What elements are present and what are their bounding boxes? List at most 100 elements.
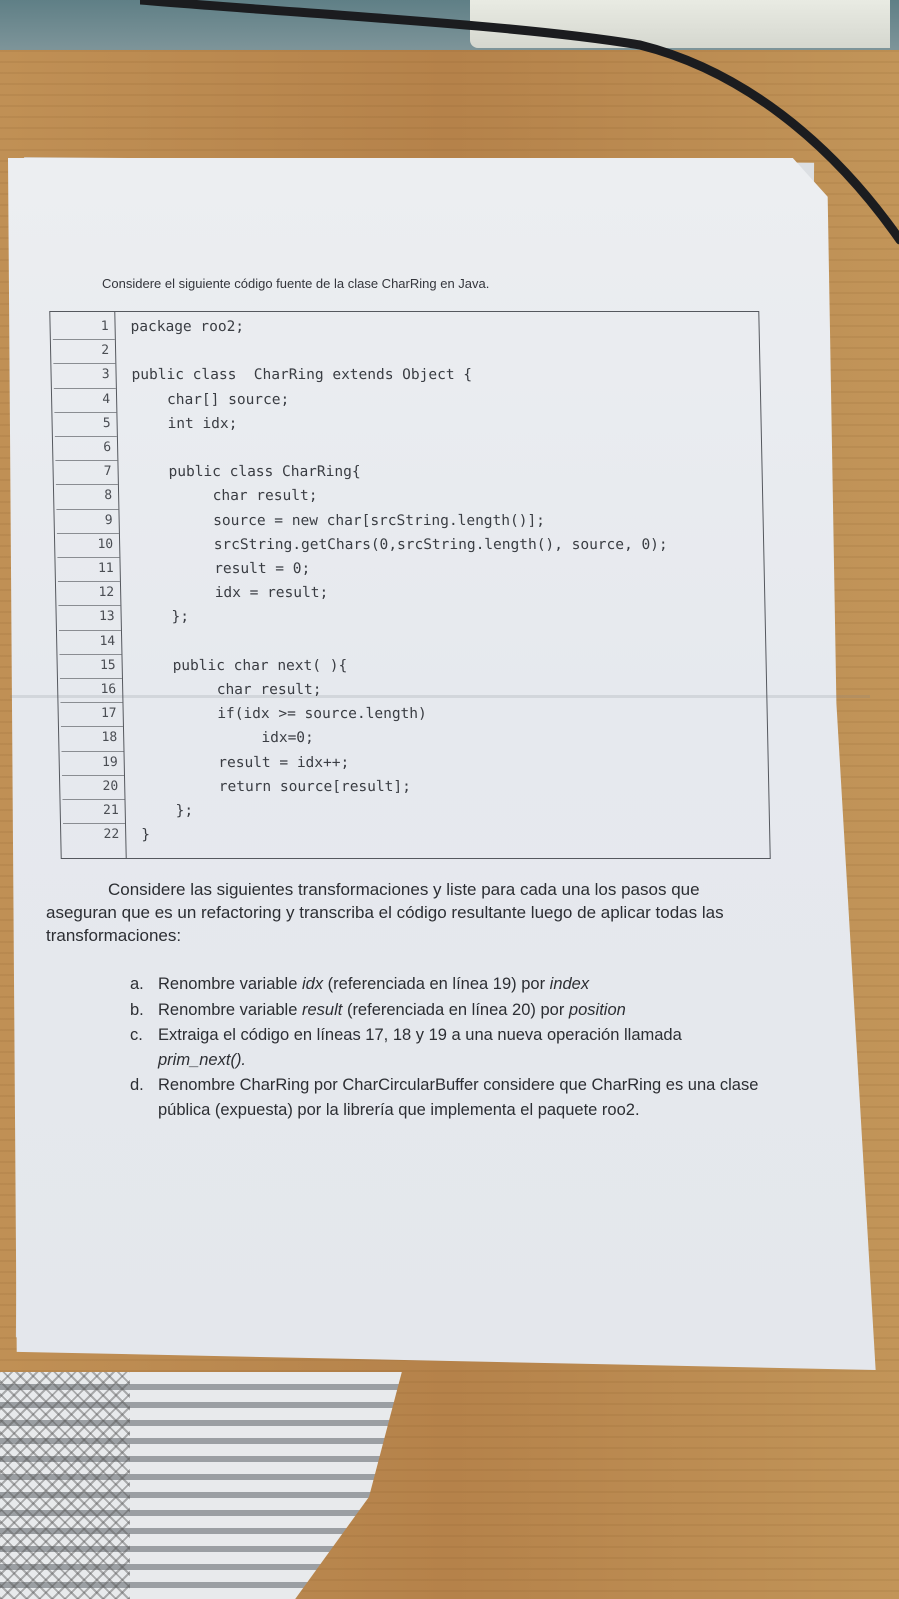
line-number-separator bbox=[61, 774, 124, 776]
list-item: a. Renombre variable idx (referenciada en… bbox=[130, 972, 770, 997]
transformation-list: a. Renombre variable idx (referenciada en… bbox=[130, 972, 770, 1123]
line-number: 8 bbox=[104, 488, 113, 504]
line-number-separator bbox=[54, 436, 117, 437]
list-item: c. Extraiga el código en líneas 17, 18 y … bbox=[130, 1023, 770, 1072]
line-number: 1 bbox=[100, 319, 109, 334]
code-line: 7 public class CharRing{ bbox=[53, 460, 762, 484]
line-number: 5 bbox=[102, 415, 111, 431]
code-line: 15 public char next( ){ bbox=[57, 653, 766, 678]
line-number: 22 bbox=[103, 827, 120, 843]
task-text: Renombre CharRing por CharCircularBuffer… bbox=[158, 1076, 759, 1119]
line-number: 9 bbox=[104, 512, 113, 528]
line-number: 7 bbox=[103, 464, 112, 480]
prompt-part-2: aseguran que es un refactoring y transcr… bbox=[46, 903, 724, 945]
line-number: 3 bbox=[101, 367, 110, 383]
code-line: 13 }; bbox=[56, 605, 765, 629]
code-text: char result; bbox=[133, 488, 318, 505]
line-number-separator bbox=[54, 411, 117, 413]
code-line: 19 result = idx++; bbox=[59, 750, 768, 775]
intro-text: Considere el siguiente código fuente de … bbox=[102, 276, 490, 291]
code-text: result = 0; bbox=[135, 561, 311, 577]
task-text: (referenciada en línea 20) por bbox=[342, 1000, 569, 1019]
code-line: 17 if(idx >= source.length) bbox=[58, 702, 767, 726]
line-number-separator bbox=[56, 508, 119, 510]
line-number: 12 bbox=[98, 585, 115, 601]
line-number-separator bbox=[62, 799, 125, 800]
line-number: 21 bbox=[102, 803, 119, 818]
line-number: 19 bbox=[101, 754, 118, 770]
line-number-separator bbox=[55, 460, 118, 462]
assignment-prompt: Considere las siguientes transformacione… bbox=[46, 878, 766, 947]
line-number-separator bbox=[62, 823, 126, 825]
line-number-separator bbox=[53, 387, 116, 389]
list-item: d. Renombre CharRing por CharCircularBuff… bbox=[130, 1073, 770, 1122]
line-number: 11 bbox=[97, 561, 114, 576]
code-line: 10 srcString.getChars(0,srcString.length… bbox=[55, 532, 764, 557]
code-line: 5 int idx; bbox=[52, 411, 761, 436]
code-text: }; bbox=[140, 803, 194, 819]
code-text: idx=0; bbox=[139, 730, 314, 747]
code-text: if(idx >= source.length) bbox=[138, 706, 427, 723]
task-emphasis: position bbox=[568, 1000, 626, 1019]
task-text: Renombre variable bbox=[158, 975, 302, 993]
task-text: Renombre variable bbox=[158, 1000, 302, 1019]
line-number: 4 bbox=[102, 391, 111, 407]
task-emphasis: result bbox=[302, 1000, 343, 1019]
code-line: 8 char result; bbox=[54, 484, 763, 508]
line-number: 20 bbox=[102, 778, 119, 794]
task-emphasis: prim_next(). bbox=[158, 1050, 247, 1069]
task-text: (referenciada en línea 19) por bbox=[323, 975, 550, 993]
line-number-separator bbox=[60, 726, 123, 728]
task-emphasis: index bbox=[549, 975, 590, 993]
code-text: }; bbox=[136, 609, 190, 626]
list-marker: a. bbox=[130, 975, 144, 993]
list-marker: b. bbox=[130, 1000, 144, 1019]
list-marker: c. bbox=[130, 1026, 143, 1044]
line-number-separator bbox=[59, 653, 122, 655]
line-number-separator bbox=[58, 605, 121, 607]
code-line: 20 return source[result]; bbox=[60, 774, 769, 799]
line-number-separator bbox=[55, 484, 118, 486]
code-line: 9 source = new char[srcString.length()]; bbox=[54, 508, 763, 533]
line-number-separator bbox=[57, 557, 120, 558]
task-emphasis: idx bbox=[302, 975, 324, 993]
code-line: 2 bbox=[51, 339, 760, 363]
line-number-separator bbox=[56, 532, 119, 534]
placemat-pattern bbox=[0, 1372, 130, 1599]
line-number-separator bbox=[59, 678, 122, 679]
code-listing: 1 package roo2; 2 3 public class CharRing ex… bbox=[49, 311, 771, 859]
code-line: 1 package roo2; bbox=[50, 315, 759, 339]
line-number: 13 bbox=[98, 609, 115, 625]
line-number: 18 bbox=[101, 730, 118, 746]
line-number-separator bbox=[61, 750, 124, 752]
code-line: 6 bbox=[53, 436, 762, 460]
line-number: 17 bbox=[100, 706, 117, 722]
code-text: public char next( ){ bbox=[137, 657, 348, 674]
code-line: 16 char result; bbox=[58, 678, 767, 702]
line-number-separator bbox=[53, 363, 116, 365]
line-number: 6 bbox=[103, 440, 112, 455]
code-text: srcString.getChars(0,srcString.length(),… bbox=[134, 536, 668, 553]
code-text: public class CharRing{ bbox=[133, 464, 361, 481]
code-text: return source[result]; bbox=[140, 778, 412, 795]
code-line: 21 }; bbox=[60, 799, 769, 823]
code-line: 3 public class CharRing extends Object { bbox=[51, 363, 760, 387]
code-line: 18 idx=0; bbox=[59, 726, 768, 750]
code-text: int idx; bbox=[132, 415, 238, 432]
code-line: 4 char[] source; bbox=[52, 387, 761, 412]
code-text: } bbox=[141, 827, 151, 844]
line-number: 2 bbox=[101, 343, 110, 359]
line-number: 10 bbox=[97, 536, 114, 552]
code-text: source = new char[srcString.length()]; bbox=[134, 512, 546, 529]
code-text: package roo2; bbox=[130, 319, 245, 335]
code-text: public class CharRing extends Object { bbox=[131, 367, 473, 384]
list-marker: d. bbox=[130, 1076, 144, 1094]
line-number-separator bbox=[60, 702, 123, 704]
prompt-part-1: Considere las siguientes transformacione… bbox=[108, 880, 700, 899]
task-text: Extraiga el código en líneas 17, 18 y 19… bbox=[158, 1026, 682, 1044]
code-text: char result; bbox=[138, 682, 322, 698]
code-text: idx = result; bbox=[136, 585, 329, 602]
line-number-separator bbox=[57, 581, 120, 583]
code-line: 11 result = 0; bbox=[55, 557, 764, 581]
line-number: 15 bbox=[99, 657, 116, 673]
